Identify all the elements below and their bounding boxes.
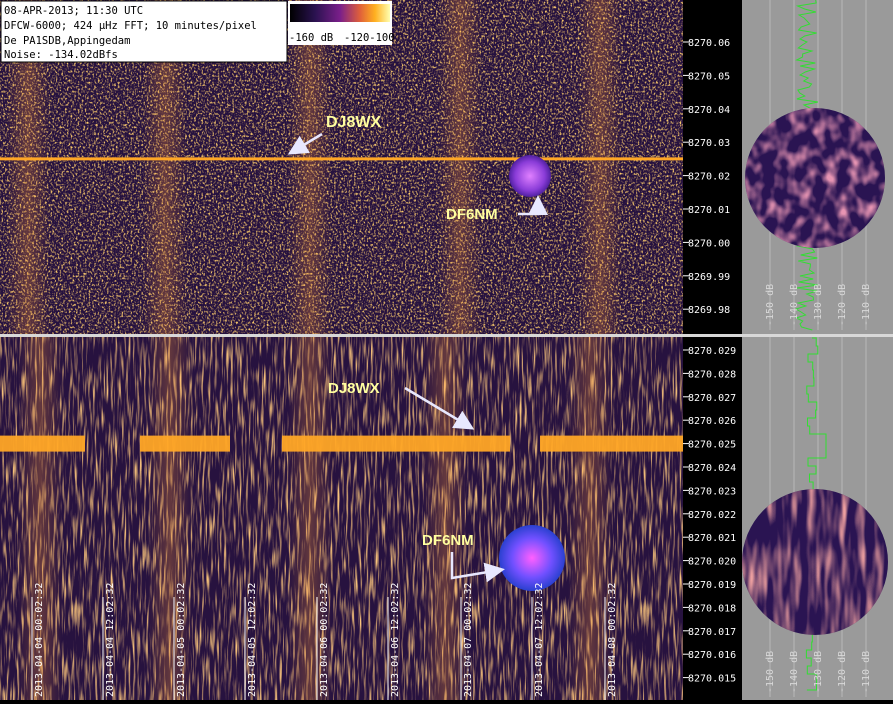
top-freq-tick-label: 8270.01 xyxy=(688,205,730,216)
bottom-freq-tick-label: 8270.017 xyxy=(688,627,736,638)
time-tick-label: 2013-04-04 12:02:32 xyxy=(105,583,116,697)
time-tick-label: 2013-04-08 00:02:32 xyxy=(607,583,618,697)
panel-divider xyxy=(0,334,893,337)
bottom-dj8wx-label: DJ8WX xyxy=(328,380,380,397)
bottom-zoom-noise xyxy=(742,489,888,635)
top-freq-tick-label: 8270.00 xyxy=(688,238,730,249)
top-freq-tick-label: 8269.99 xyxy=(688,272,730,283)
bottom-signal-segment xyxy=(540,435,683,452)
top-freq-tick-label: 8270.03 xyxy=(688,138,730,149)
bottom-signal-segment xyxy=(0,435,85,452)
top-daylight-stripe xyxy=(288,0,332,334)
top-freq-tick-label: 8270.06 xyxy=(688,38,730,49)
top-level-label: -110 dB xyxy=(861,284,872,326)
bottom-freq-tick-label: 8270.016 xyxy=(688,650,736,661)
bottom-freq-tick-label: 8270.025 xyxy=(688,440,736,451)
bottom-freq-tick-label: 8270.019 xyxy=(688,580,736,591)
bottom-freq-tick-label: 8270.028 xyxy=(688,369,736,380)
bottom-signal-segment xyxy=(282,435,510,452)
bottom-level-label: -150 dB xyxy=(765,651,776,693)
time-tick-label: 2013-04-07 00:02:32 xyxy=(463,583,474,697)
bottom-freq-tick-label: 8270.021 xyxy=(688,533,736,544)
time-tick-label: 2013-04-07 12:02:32 xyxy=(534,583,545,697)
bottom-signal-segment xyxy=(140,435,230,452)
bottom-df6nm-highlight xyxy=(499,525,565,591)
top-daylight-stripe xyxy=(578,0,622,334)
bottom-freq-tick-label: 8270.024 xyxy=(688,463,736,474)
bottom-level-label: -110 dB xyxy=(861,651,872,693)
bottom-freq-tick-label: 8270.027 xyxy=(688,393,736,404)
grabber-screen: 8270.06 8270.05 8270.04 8270.03 8270.02 8270.… xyxy=(0,0,893,700)
top-freq-tick-label: 8270.04 xyxy=(688,105,730,116)
top-level-label: -140 dB xyxy=(789,284,800,326)
bottom-daylight-stripe xyxy=(423,337,467,700)
top-level-label: -150 dB xyxy=(765,284,776,326)
bottom-freq-tick-label: 8270.026 xyxy=(688,416,736,427)
spectrogram-figure: 8270.06 8270.05 8270.04 8270.03 8270.02 8270.… xyxy=(0,0,893,700)
top-level-label: -120 dB xyxy=(837,284,848,326)
bottom-freq-tick-label: 8270.015 xyxy=(688,674,736,685)
top-df6nm-label: DF6NM xyxy=(446,206,498,223)
top-dj8wx-label: DJ8WX xyxy=(326,114,381,131)
colorbar: -160 dB -120-100 xyxy=(288,1,395,45)
bottom-level-label: -140 dB xyxy=(789,651,800,693)
info-station-line: De PA1SDB,Appingedam xyxy=(4,35,130,47)
bottom-freq-tick-label: 8270.029 xyxy=(688,346,736,357)
top-freq-tick-label: 8270.05 xyxy=(688,71,730,82)
time-tick-label: 2013-04-06 12:02:32 xyxy=(390,583,401,697)
info-mode-line: DFCW-6000; 424 µHz FFT; 10 minutes/pixel xyxy=(4,20,257,32)
bottom-freq-tick-label: 8270.023 xyxy=(688,486,736,497)
info-box: 08-APR-2013; 11:30 UTC DFCW-6000; 424 µH… xyxy=(0,0,288,63)
bottom-freq-tick-label: 8270.020 xyxy=(688,557,736,568)
colorbar-left-label: -160 dB xyxy=(289,32,333,44)
info-date-line: 08-APR-2013; 11:30 UTC xyxy=(4,5,143,17)
bottom-freq-tick-label: 8270.022 xyxy=(688,510,736,521)
bottom-level-label: -130 dB xyxy=(813,651,824,693)
bottom-freq-axis: 8270.029 8270.028 8270.027 8270.026 8270.025… xyxy=(683,346,736,685)
colorbar-right-label: -120-100 xyxy=(344,32,395,44)
top-level-label: -130 dB xyxy=(813,284,824,326)
colorbar-gradient xyxy=(290,4,390,22)
time-tick-label: 2013-04-06 00:02:32 xyxy=(319,583,330,697)
time-tick-label: 2013-04-05 12:02:32 xyxy=(247,583,258,697)
top-freq-tick-label: 8269.98 xyxy=(688,305,730,316)
top-daylight-stripe xyxy=(438,0,482,334)
bottom-df6nm-label: DF6NM xyxy=(422,532,474,549)
info-noise-line: Noise: -134.02dBfs xyxy=(4,49,118,61)
top-freq-tick-label: 8270.02 xyxy=(688,172,730,183)
bottom-side-panel: 8270.029 8270.028 8270.027 8270.026 8270.025… xyxy=(683,337,893,700)
top-freq-axis: 8270.06 8270.05 8270.04 8270.03 8270.02 8270.… xyxy=(683,38,730,316)
top-zoom-noise xyxy=(745,108,885,248)
time-tick-label: 2013-04-04 00:02:32 xyxy=(34,583,45,697)
bottom-level-label: -120 dB xyxy=(837,651,848,693)
time-tick-label: 2013-04-05 00:02:32 xyxy=(176,583,187,697)
bottom-freq-tick-label: 8270.018 xyxy=(688,603,736,614)
top-df6nm-highlight xyxy=(509,155,551,197)
top-side-panel: 8270.06 8270.05 8270.04 8270.03 8270.02 8270.… xyxy=(683,0,893,334)
